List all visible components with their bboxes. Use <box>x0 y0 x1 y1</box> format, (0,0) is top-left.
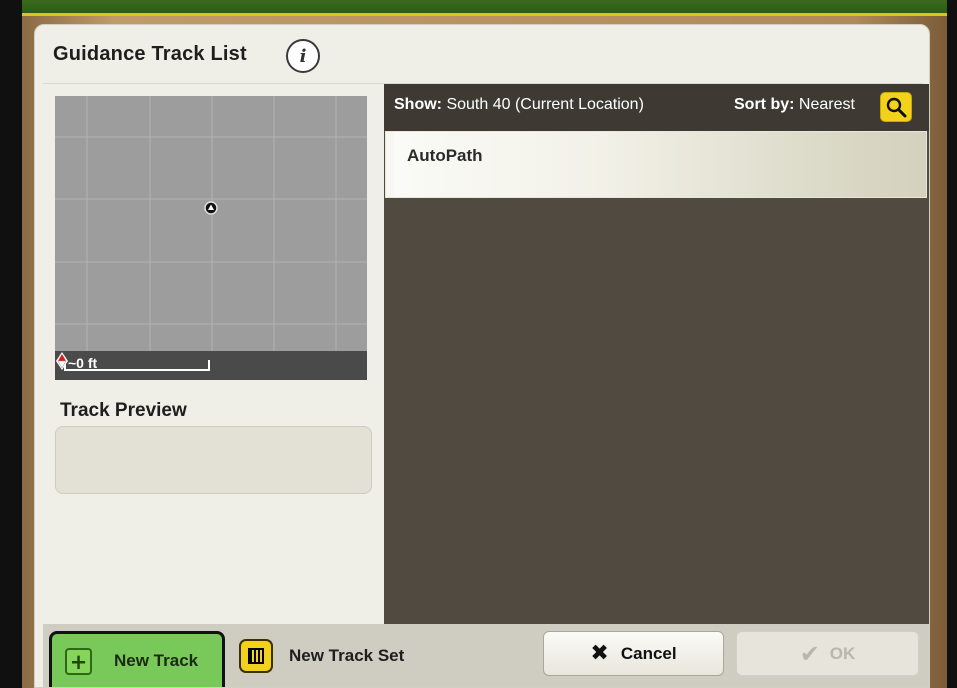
show-label: Show: <box>394 96 442 113</box>
plus-icon: + <box>65 648 92 675</box>
track-preview-label: Track Preview <box>60 400 187 421</box>
show-filter[interactable]: Show: South 40 (Current Location) <box>394 96 644 114</box>
footer-bar: + New Track New Track Set ✖ Cancel ✔ OK <box>43 624 929 687</box>
track-map[interactable]: ~0 ft <box>55 96 367 380</box>
list-item-label: AutoPath <box>407 146 483 165</box>
new-track-set-label: New Track Set <box>289 646 405 665</box>
sort-selector[interactable]: Sort by: Nearest <box>734 96 855 114</box>
sort-label: Sort by: <box>734 96 795 113</box>
info-icon[interactable]: i <box>286 39 320 73</box>
display-frame-right <box>947 0 957 688</box>
new-track-set-button[interactable]: New Track Set <box>239 636 439 676</box>
scale-label: ~0 ft <box>68 355 98 371</box>
close-icon: ✖ <box>590 641 609 666</box>
map-grid <box>55 96 367 351</box>
map-scale-bar: ~0 ft <box>55 351 367 380</box>
search-icon[interactable] <box>880 92 912 122</box>
checkmark-icon: ✔ <box>799 639 820 668</box>
display-frame-left <box>0 0 22 688</box>
track-list-panel: Show: South 40 (Current Location) Sort b… <box>384 84 929 624</box>
track-preview-box <box>55 426 372 494</box>
show-value: South 40 (Current Location) <box>446 96 644 113</box>
sort-value: Nearest <box>798 96 855 113</box>
ok-button[interactable]: ✔ OK <box>736 631 919 676</box>
ok-label: OK <box>829 643 856 663</box>
info-glyph: i <box>299 45 307 67</box>
list-header: Show: South 40 (Current Location) Sort b… <box>384 84 929 131</box>
list-item-accent <box>386 132 394 197</box>
new-track-button[interactable]: + New Track <box>49 631 225 687</box>
compass-north-icon[interactable] <box>55 351 69 371</box>
cancel-label: Cancel <box>620 643 677 663</box>
new-track-label: New Track <box>114 651 199 670</box>
cancel-button[interactable]: ✖ Cancel <box>543 631 724 676</box>
list-item[interactable]: AutoPath <box>385 131 927 198</box>
vehicle-location-icon <box>204 201 218 215</box>
guidance-track-list-dialog: Guidance Track List i ~0 ft Track Previe… <box>34 24 930 688</box>
dialog-title: Guidance Track List <box>53 43 247 65</box>
track-set-icon <box>239 639 273 673</box>
display-header-bar <box>22 0 947 16</box>
